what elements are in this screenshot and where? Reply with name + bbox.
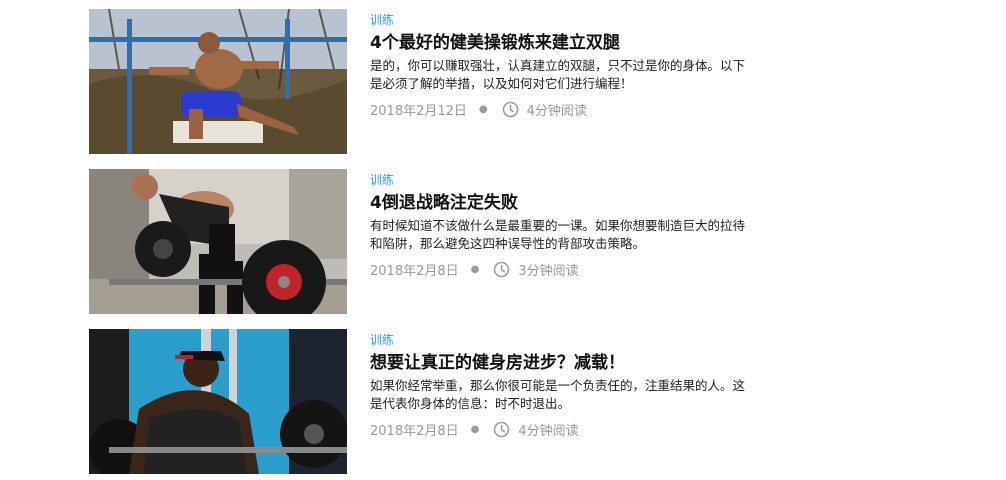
article-info: 训练 4倒退战略注定失败 有时候知道不该做什么是最重要的一课。如果你想要制造巨大…	[370, 169, 750, 279]
article-thumbnail[interactable]	[89, 9, 347, 154]
article-read-time: 3分钟阅读	[518, 263, 579, 279]
article-read-time: 4分钟阅读	[518, 423, 579, 439]
meta-separator-dot: ●	[478, 103, 488, 115]
pistol-squat-photo	[89, 9, 347, 154]
article-date: 2018年2月8日	[370, 263, 459, 279]
article-date: 2018年2月12日	[370, 103, 467, 119]
article-excerpt: 有时候知道不该做什么是最重要的一课。如果你想要制造巨大的拉待和陷阱，那么避免这四…	[370, 218, 746, 251]
article-card: 训练 4个最好的健美操锻炼来建立双腿 是的，你可以赚取强壮，认真建立的双腿，只不…	[89, 9, 789, 154]
clock-icon	[502, 101, 519, 118]
article-date: 2018年2月8日	[370, 423, 459, 439]
article-title-link[interactable]: 4个最好的健美操锻炼来建立双腿	[370, 32, 750, 54]
article-thumbnail[interactable]	[89, 329, 347, 474]
article-category-link[interactable]: 训练	[370, 13, 394, 27]
article-meta: 2018年2月12日 ● 4分钟阅读	[370, 99, 750, 119]
clock-icon	[493, 261, 510, 278]
article-meta: 2018年2月8日 ● 3分钟阅读	[370, 259, 750, 279]
article-category-link[interactable]: 训练	[370, 333, 394, 347]
article-excerpt: 是的，你可以赚取强壮，认真建立的双腿，只不过是你的身体。以下是必须了解的举措，以…	[370, 58, 746, 91]
article-read-time: 4分钟阅读	[526, 103, 587, 119]
article-card: 训练 4倒退战略注定失败 有时候知道不该做什么是最重要的一课。如果你想要制造巨大…	[89, 169, 789, 314]
article-excerpt: 如果你经常举重，那么你很可能是一个负责任的，注重结果的人。这是代表你身体的信息：…	[370, 378, 746, 411]
gym-rest-photo	[89, 329, 347, 474]
meta-separator-dot: ●	[470, 423, 480, 435]
article-category-link[interactable]: 训练	[370, 173, 394, 187]
meta-separator-dot: ●	[470, 263, 480, 275]
clock-icon	[493, 421, 510, 438]
article-title-link[interactable]: 想要让真正的健身房进步？减载！	[370, 352, 750, 374]
article-info: 训练 4个最好的健美操锻炼来建立双腿 是的，你可以赚取强壮，认真建立的双腿，只不…	[370, 9, 750, 119]
article-info: 训练 想要让真正的健身房进步？减载！ 如果你经常举重，那么你很可能是一个负责任的…	[370, 329, 750, 439]
article-title-link[interactable]: 4倒退战略注定失败	[370, 192, 750, 214]
article-card: 训练 想要让真正的健身房进步？减载！ 如果你经常举重，那么你很可能是一个负责任的…	[89, 329, 789, 474]
barbell-row-photo	[89, 169, 347, 314]
article-thumbnail[interactable]	[89, 169, 347, 314]
article-meta: 2018年2月8日 ● 4分钟阅读	[370, 419, 750, 439]
